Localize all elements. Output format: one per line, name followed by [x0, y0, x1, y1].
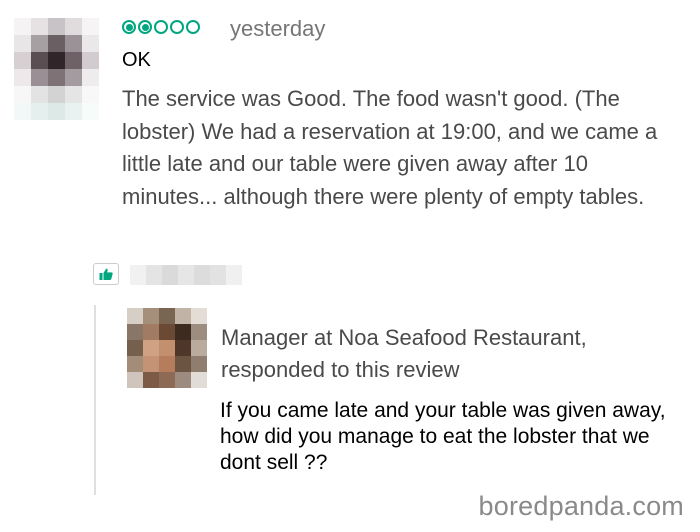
manager-avatar[interactable] [127, 308, 207, 388]
response-divider [94, 305, 96, 495]
response-body: If you came late and your table was give… [220, 399, 666, 474]
thumbs-up-icon [99, 268, 113, 280]
rating-bubble-icon [186, 20, 200, 34]
rating-bubble-icon [138, 20, 152, 34]
review-date: yesterday [230, 16, 326, 41]
reviewer-avatar[interactable] [14, 18, 99, 120]
blurred-username [130, 265, 242, 285]
rating-bubble-icon [170, 20, 184, 34]
helpful-button[interactable] [93, 263, 119, 285]
responder-name: Manager at Noa Seafood Restaurant, respo… [221, 325, 587, 382]
review-body: The service was Good. The food wasn't go… [122, 86, 658, 209]
watermark: boredpanda.com [478, 491, 684, 521]
rating-bubbles [122, 20, 200, 34]
review-title[interactable]: OK [122, 49, 151, 72]
rating-bubble-icon [154, 20, 168, 34]
rating-bubble-icon [122, 20, 136, 34]
